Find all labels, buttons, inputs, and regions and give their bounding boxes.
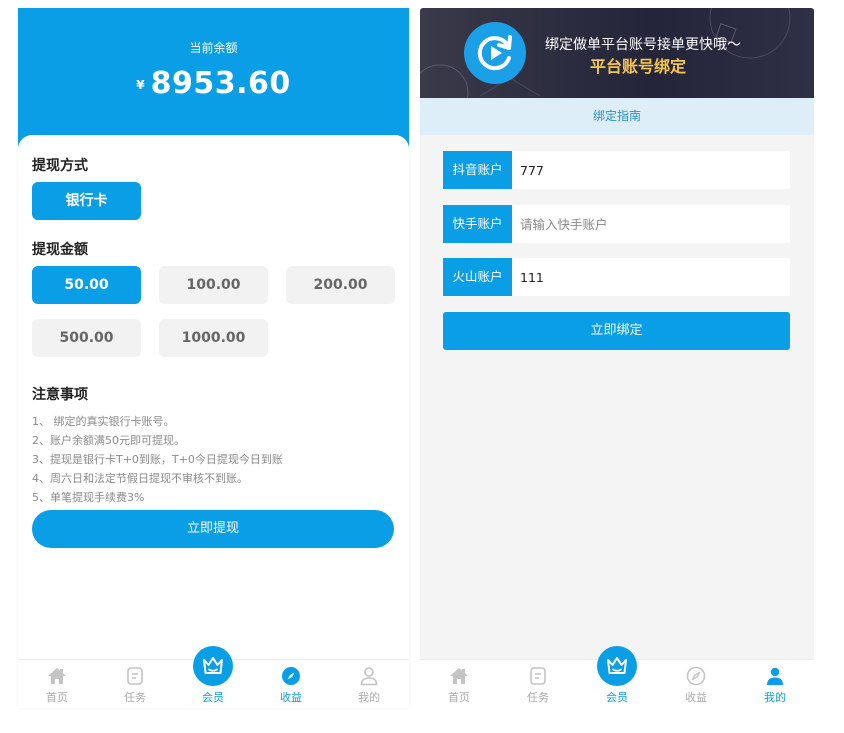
banner-title: 平台账号绑定 <box>590 57 687 76</box>
withdraw-screen: 当前余额 ¥8953.60 提现方式 银行卡 提现金额 50.00 100.00… <box>18 8 409 708</box>
compass-icon <box>686 666 706 686</box>
note-item: 2、账户余额满50元即可提现。 <box>32 434 185 447</box>
note-item: 4、周六日和法定节假日提现不审核不到账。 <box>32 472 248 485</box>
tab-task-label: 任务 <box>527 691 549 704</box>
note-item: 5、单笔提现手续费3% <box>32 491 145 504</box>
user-icon <box>360 667 378 686</box>
huoshan-account-label: 火山账户 <box>443 258 512 296</box>
notes-list: 1、 绑定的真实银行卡账号。 2、账户余额满50元即可提现。 3、提现是银行卡T… <box>32 412 283 507</box>
banner-subtitle: 绑定做单平台账号接单更快哦～ <box>545 37 741 53</box>
tab-earnings[interactable]: 收益 <box>252 660 330 708</box>
tab-task[interactable]: 任务 <box>499 660 577 708</box>
amount-option-1000[interactable]: 1000.00 <box>159 319 268 357</box>
tab-member-label: 会员 <box>606 691 628 704</box>
amount-option-200[interactable]: 200.00 <box>286 266 395 304</box>
tab-earnings-label: 收益 <box>685 691 707 704</box>
huoshan-account-row: 火山账户 <box>443 258 790 296</box>
crown-icon <box>203 657 223 674</box>
tab-bar: 首页 任务 会员 收益 我的 <box>420 646 814 708</box>
tab-member-label: 会员 <box>202 691 224 704</box>
tab-bar: 首页 任务 会员 收益 我的 <box>18 646 409 708</box>
method-bank-card-button[interactable]: 银行卡 <box>32 182 141 220</box>
member-circle <box>597 646 637 686</box>
balance-label: 当前余额 <box>189 41 238 55</box>
member-circle <box>193 646 233 686</box>
tab-task[interactable]: 任务 <box>96 660 174 708</box>
amount-title: 提现金额 <box>32 242 88 258</box>
withdraw-submit-button[interactable]: 立即提现 <box>32 510 394 548</box>
user-icon <box>767 667 783 685</box>
tab-member[interactable]: 会员 <box>578 646 656 708</box>
douyin-account-row: 抖音账户 <box>443 151 790 189</box>
tab-home[interactable]: 首页 <box>18 660 96 708</box>
balance-row: ¥8953.60 <box>18 66 409 101</box>
tab-member[interactable]: 会员 <box>174 646 252 708</box>
currency-symbol: ¥ <box>136 78 145 92</box>
compass-icon <box>282 667 300 685</box>
bind-banner: 绑定做单平台账号接单更快哦～ 平台账号绑定 <box>420 8 814 98</box>
note-item: 1、 绑定的真实银行卡账号。 <box>32 415 175 428</box>
tab-task-label: 任务 <box>124 691 146 704</box>
task-icon <box>530 667 546 685</box>
amount-option-100[interactable]: 100.00 <box>159 266 268 304</box>
balance-amount: 8953.60 <box>150 66 291 101</box>
douyin-account-label: 抖音账户 <box>443 151 512 189</box>
bind-screen: 绑定做单平台账号接单更快哦～ 平台账号绑定 绑定指南 抖音账户 快手账户 火山账… <box>420 8 814 708</box>
kuaishou-account-row: 快手账户 <box>443 205 790 243</box>
tab-mine[interactable]: 我的 <box>330 660 408 708</box>
tab-earnings[interactable]: 收益 <box>657 660 735 708</box>
douyin-account-input[interactable] <box>512 151 790 189</box>
note-item: 3、提现是银行卡T+0到账，T+0今日提现今日到账 <box>32 453 283 466</box>
method-title: 提现方式 <box>32 158 88 174</box>
refresh-play-icon <box>477 35 512 71</box>
tab-home-label: 首页 <box>448 691 470 704</box>
banner-app-logo <box>464 22 526 84</box>
amount-option-50[interactable]: 50.00 <box>32 266 141 304</box>
bind-submit-button[interactable]: 立即绑定 <box>443 312 790 350</box>
home-icon <box>48 668 66 684</box>
kuaishou-account-label: 快手账户 <box>443 205 512 243</box>
tab-mine[interactable]: 我的 <box>736 660 814 708</box>
bind-guide-link[interactable]: 绑定指南 <box>420 98 814 135</box>
tab-earnings-label: 收益 <box>280 691 302 704</box>
amount-option-500[interactable]: 500.00 <box>32 319 141 357</box>
home-icon <box>450 668 468 684</box>
kuaishou-account-input[interactable] <box>512 205 790 243</box>
tab-home[interactable]: 首页 <box>420 660 498 708</box>
tab-home-label: 首页 <box>46 691 68 704</box>
task-icon <box>127 667 143 685</box>
tab-mine-label: 我的 <box>358 691 380 704</box>
crown-icon <box>607 657 627 674</box>
tab-mine-label: 我的 <box>764 691 786 704</box>
notes-title: 注意事项 <box>32 387 88 403</box>
huoshan-account-input[interactable] <box>512 258 790 296</box>
